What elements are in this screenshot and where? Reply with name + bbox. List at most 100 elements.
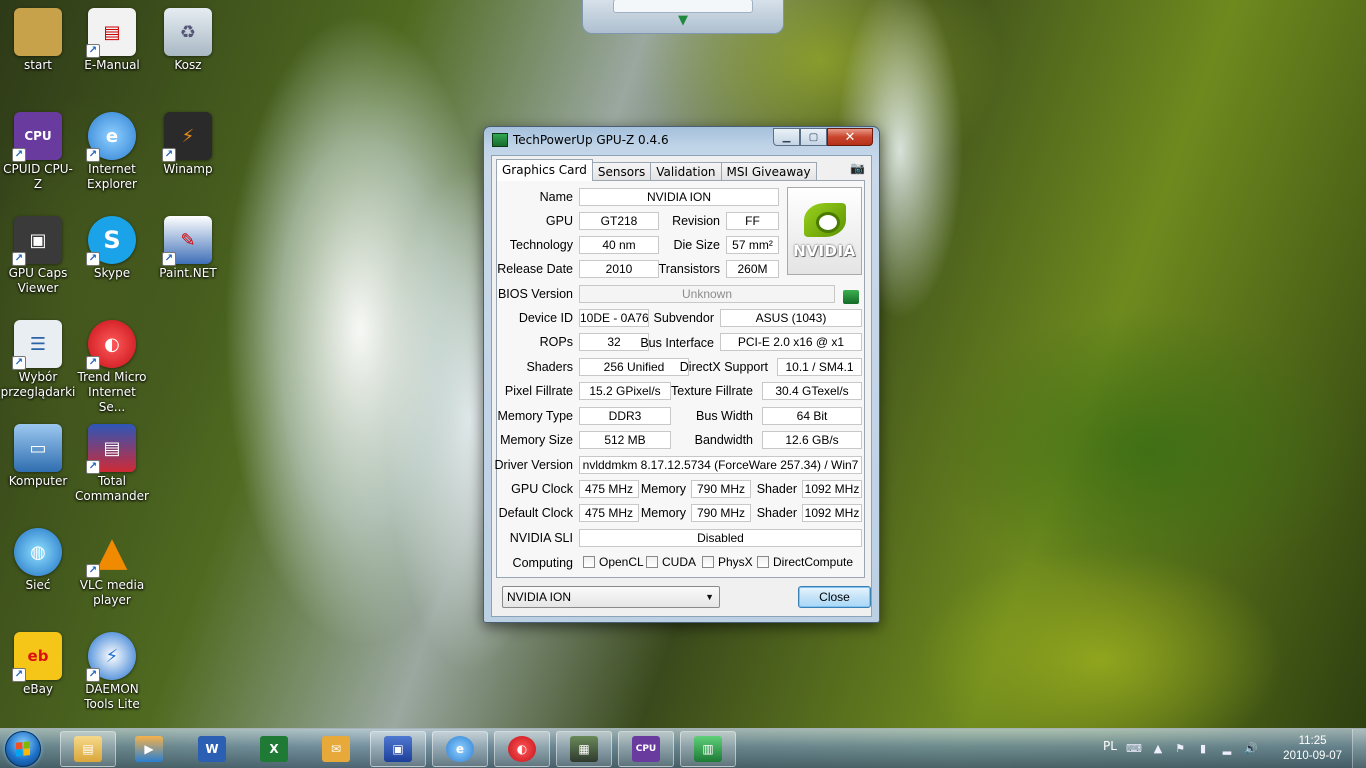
value-device-id[interactable]: 10DE - 0A76 xyxy=(579,309,649,327)
desktop-icon-paint-net[interactable]: ✎ ↗ Paint.NET xyxy=(150,216,226,281)
cpu-z-icon: CPU ↗ xyxy=(12,112,62,162)
chevron-down-icon[interactable]: ▼ xyxy=(705,587,714,607)
taskbar-item-gpu-caps[interactable]: ▦ xyxy=(556,731,612,767)
value-memory-size[interactable]: 512 MB xyxy=(579,431,671,449)
checkbox-box[interactable] xyxy=(757,556,769,568)
language-indicator[interactable]: PL xyxy=(1103,739,1117,753)
value-bios-version[interactable]: Unknown xyxy=(579,285,835,303)
taskbar-item-excel[interactable]: X xyxy=(246,731,302,767)
close-window-button[interactable]: ✕ xyxy=(827,128,873,146)
desktop-icon-gpu-caps-viewer[interactable]: ▣ ↗ GPU Caps Viewer xyxy=(0,216,76,296)
desktop-icon-start[interactable]: start xyxy=(0,8,76,73)
keyboard-icon[interactable]: ⌨ xyxy=(1126,742,1142,755)
value-bus-interface[interactable]: PCI-E 2.0 x16 @ x1 xyxy=(720,333,862,351)
minimize-button[interactable]: ▁ xyxy=(773,128,800,146)
desktop-icon-skype[interactable]: S ↗ Skype xyxy=(74,216,150,281)
desktop-icon-internet-explorer[interactable]: e ↗ Internet Explorer xyxy=(74,112,150,192)
value-gpu-memory[interactable]: 790 MHz xyxy=(691,480,751,498)
value-directx-support[interactable]: 10.1 / SM4.1 xyxy=(777,358,862,376)
action-center-icon[interactable]: ⚑ xyxy=(1173,742,1187,755)
value-shaders[interactable]: 256 Unified xyxy=(579,358,689,376)
value-subvendor[interactable]: ASUS (1043) xyxy=(720,309,862,327)
checkbox-cuda[interactable]: CUDA xyxy=(646,555,696,569)
value-memory-type[interactable]: DDR3 xyxy=(579,407,671,425)
value-gpu-clock[interactable]: 475 MHz xyxy=(579,480,639,498)
desktop-icon-network[interactable]: ◍ Sieć xyxy=(0,528,76,593)
desktop-icon-recycle-bin[interactable]: ♻ Kosz xyxy=(150,8,226,73)
taskbar-item-cpu-z[interactable]: CPU xyxy=(618,731,674,767)
desktop-icon-label: Skype xyxy=(93,266,131,280)
tab-sensors[interactable]: Sensors xyxy=(591,162,652,181)
taskbar-item-gpu-z[interactable]: ▥ xyxy=(680,731,736,767)
ebay-icon: eb ↗ xyxy=(12,632,62,682)
start-button[interactable] xyxy=(5,731,41,767)
value-bus-width[interactable]: 64 Bit xyxy=(762,407,862,425)
gpuz-window: TechPowerUp GPU-Z 0.4.6 ▁ ▢ ✕ Graphics C… xyxy=(483,126,880,623)
taskbar-item-explorer[interactable]: ▤ xyxy=(60,731,116,767)
checkbox-opencl[interactable]: OpenCL xyxy=(583,555,644,569)
bios-save-icon[interactable] xyxy=(843,290,859,304)
desktop-icon-e-manual[interactable]: ▤ ↗ E-Manual xyxy=(74,8,150,73)
label-default-shader: Shader xyxy=(756,506,797,520)
volume-icon[interactable]: 🔊 xyxy=(1244,742,1258,755)
desktop-icon-browser-choice[interactable]: ☰ ↗ Wybór przeglądarki xyxy=(0,320,76,400)
checkbox-box[interactable] xyxy=(646,556,658,568)
desktop-icon-winamp[interactable]: ⚡ ↗ Winamp xyxy=(150,112,226,177)
checkbox-directcompute[interactable]: DirectCompute xyxy=(757,555,853,569)
value-default-memory[interactable]: 790 MHz xyxy=(691,504,751,522)
value-release-date[interactable]: 2010 xyxy=(579,260,659,278)
desktop-icon-cpu-z[interactable]: CPU ↗ CPUID CPU-Z xyxy=(0,112,76,192)
checkbox-physx[interactable]: PhysX xyxy=(702,555,753,569)
checkbox-box[interactable] xyxy=(702,556,714,568)
value-default-clock[interactable]: 475 MHz xyxy=(579,504,639,522)
network-signal-icon[interactable]: ▂ xyxy=(1220,742,1234,755)
taskbar-item-outlook[interactable]: ✉ xyxy=(308,731,364,767)
battery-icon[interactable]: ▮ xyxy=(1196,742,1210,755)
value-gpu-shader[interactable]: 1092 MHz xyxy=(802,480,862,498)
tab-graphics-card[interactable]: Graphics Card xyxy=(496,159,593,181)
taskbar-item-total-commander[interactable]: ▣ xyxy=(370,731,426,767)
camera-icon[interactable]: 📷 xyxy=(850,161,865,175)
value-revision[interactable]: FF xyxy=(726,212,779,230)
value-gpu[interactable]: GT218 xyxy=(579,212,659,230)
desktop-icon-daemon-tools[interactable]: ⚡ ↗ DAEMON Tools Lite xyxy=(74,632,150,712)
checkbox-label: PhysX xyxy=(718,555,753,569)
desktop-icon-total-commander[interactable]: ▤ ↗ Total Commander xyxy=(74,424,150,504)
chevron-down-icon[interactable]: ▼ xyxy=(678,13,688,28)
value-texture-fillrate[interactable]: 30.4 GTexel/s xyxy=(762,382,862,400)
value-default-shader[interactable]: 1092 MHz xyxy=(802,504,862,522)
value-transistors[interactable]: 260M xyxy=(726,260,779,278)
window-titlebar[interactable]: TechPowerUp GPU-Z 0.4.6 ▁ ▢ ✕ xyxy=(484,127,879,153)
taskbar-item-trend-micro[interactable]: ◐ xyxy=(494,731,550,767)
gpu-z-icon: ▥ xyxy=(694,736,722,762)
taskbar-item-internet-explorer[interactable]: e xyxy=(432,731,488,767)
tab-msi-giveaway[interactable]: MSI Giveaway xyxy=(720,162,817,181)
desktop-icon-computer[interactable]: ▭ Komputer xyxy=(0,424,76,489)
value-nvidia-sli[interactable]: Disabled xyxy=(579,529,862,547)
label-gpu-clock: GPU Clock xyxy=(511,482,573,496)
card-select-dropdown[interactable]: NVIDIA ION ▼ xyxy=(502,586,720,608)
maximize-button[interactable]: ▢ xyxy=(800,128,827,146)
chevron-up-icon[interactable]: ▲ xyxy=(1151,742,1165,755)
desktop-icon-vlc[interactable]: ▲ ↗ VLC media player xyxy=(74,528,150,608)
value-technology[interactable]: 40 nm xyxy=(579,236,659,254)
close-button[interactable]: Close xyxy=(798,586,871,608)
taskbar-item-media-player[interactable]: ▶ xyxy=(121,731,177,767)
gadget-panel xyxy=(613,0,753,13)
value-driver-version[interactable]: nvlddmkm 8.17.12.5734 (ForceWare 257.34)… xyxy=(579,456,862,474)
value-rops[interactable]: 32 xyxy=(579,333,649,351)
tab-validation[interactable]: Validation xyxy=(650,162,722,181)
value-name[interactable]: NVIDIA ION xyxy=(579,188,779,206)
desktop-icon-label: Sieć xyxy=(25,578,51,592)
show-desktop-button[interactable] xyxy=(1352,729,1366,768)
desktop-icon-trend-micro[interactable]: ◐ ↗ Trend Micro Internet Se... xyxy=(74,320,150,415)
value-bandwidth[interactable]: 12.6 GB/s xyxy=(762,431,862,449)
taskbar-item-word[interactable]: W xyxy=(184,731,240,767)
desktop-gadget[interactable]: ▼ xyxy=(582,0,784,34)
desktop-icon-ebay[interactable]: eb ↗ eBay xyxy=(0,632,76,697)
checkbox-box[interactable] xyxy=(583,556,595,568)
clock[interactable]: 11:25 2010-09-07 xyxy=(1283,734,1342,764)
daemon-tools-icon: ⚡ ↗ xyxy=(86,632,136,682)
value-pixel-fillrate[interactable]: 15.2 GPixel/s xyxy=(579,382,671,400)
value-die-size[interactable]: 57 mm² xyxy=(726,236,779,254)
